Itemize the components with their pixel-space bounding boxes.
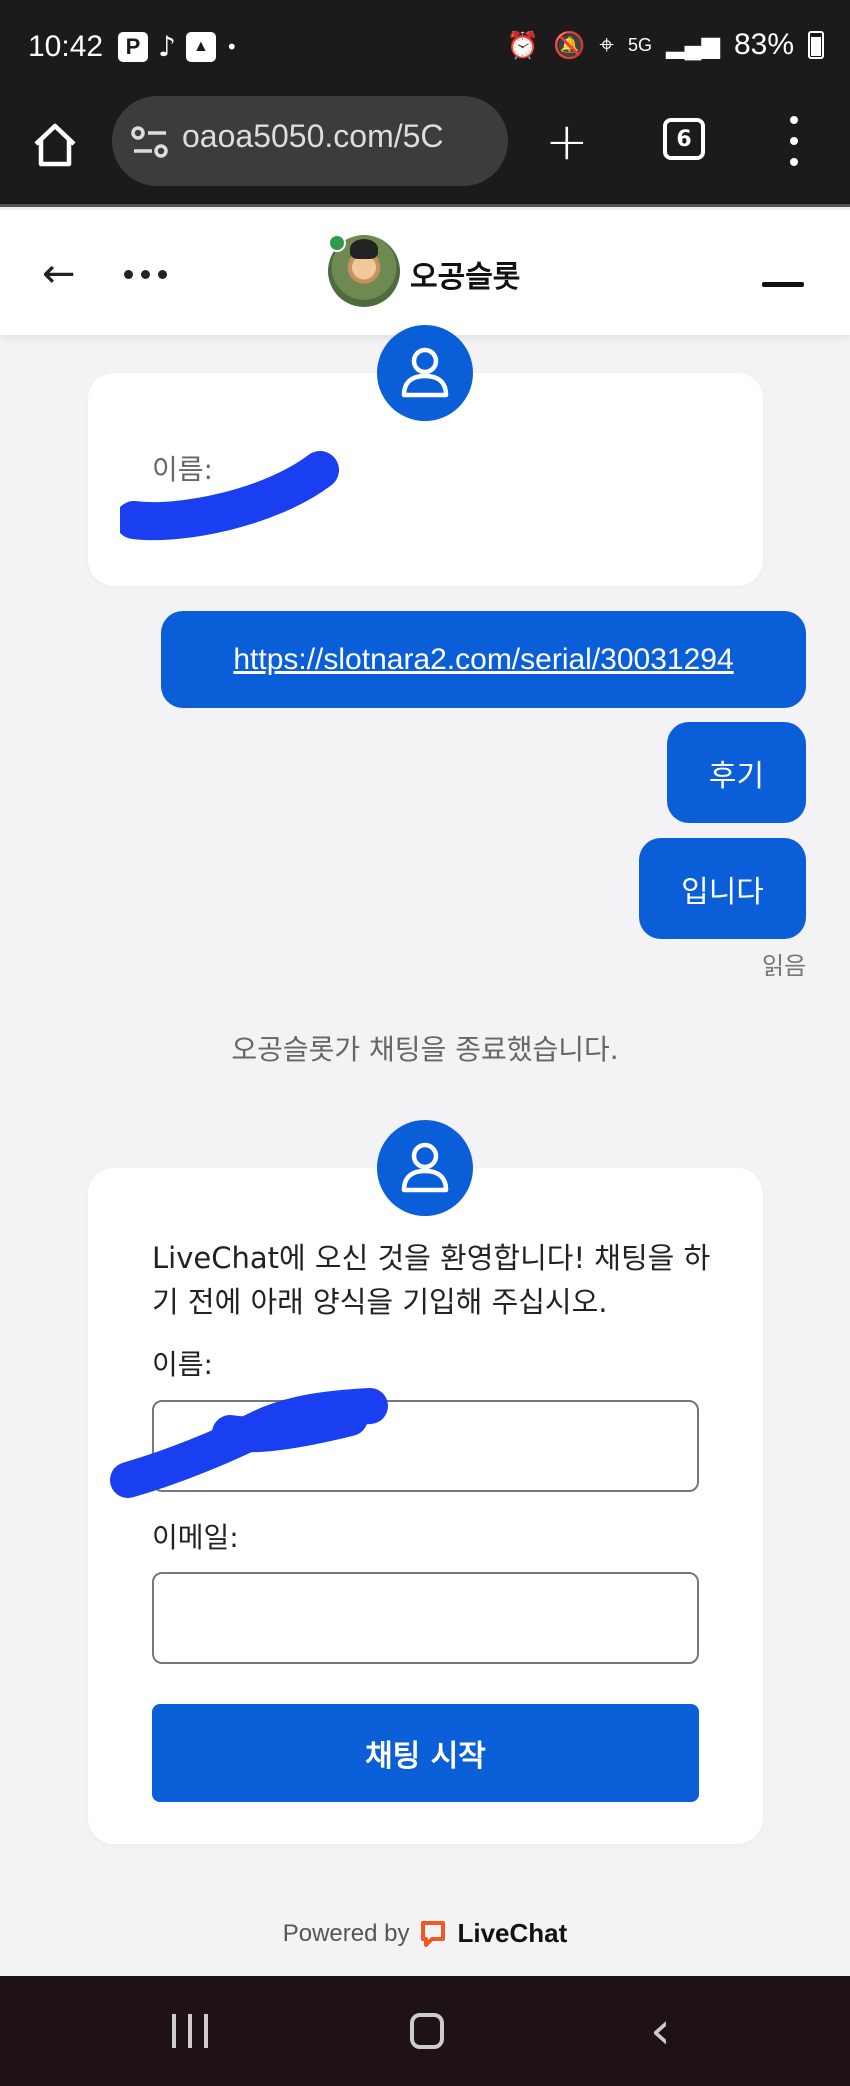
- minimize-icon[interactable]: [762, 282, 804, 287]
- livechat-brand: LiveChat: [457, 1918, 568, 1948]
- notification-icons: P ♪ ▲ •: [118, 32, 238, 62]
- battery-percent: 83%: [733, 28, 794, 61]
- chat-ended-notice: 오공슬롯가 채팅을 종료했습니다.: [231, 1033, 619, 1066]
- tab-switcher-button[interactable]: 6: [663, 118, 705, 160]
- new-tab-button[interactable]: +: [545, 112, 589, 172]
- livechat-logo-icon: [421, 1920, 446, 1947]
- message-link[interactable]: https://slotnara2.com/serial/30031294: [233, 643, 733, 677]
- alarm-icon: ⏰: [506, 29, 539, 60]
- status-time: 10:42: [28, 30, 104, 63]
- user-icon: [377, 325, 473, 421]
- welcome-text: LiveChat에 오신 것을 환영합니다! 채팅을 하기 전에 아래 양식을 …: [152, 1241, 711, 1319]
- recent-apps-button[interactable]: [172, 2014, 208, 2048]
- powered-by-footer[interactable]: Powered by LiveChat: [0, 1918, 850, 1949]
- gallery-icon: ▲: [185, 32, 216, 62]
- user-icon: [377, 1120, 473, 1216]
- redaction-scribble: [120, 451, 339, 541]
- powered-by-text: Powered by: [282, 1919, 410, 1947]
- message-bubble: 입니다: [639, 838, 806, 939]
- back-arrow-icon[interactable]: ←: [42, 254, 76, 294]
- redaction-scribble: [110, 1388, 388, 1498]
- more-notifications-dot: •: [225, 35, 238, 59]
- back-button[interactable]: ‹: [650, 2005, 671, 2057]
- url-text: oaoa5050.com/5C: [182, 118, 444, 154]
- read-receipt: 읽음: [762, 952, 807, 980]
- tiktok-icon: ♪: [158, 30, 176, 63]
- home-button[interactable]: [410, 2013, 444, 2049]
- site-settings-icon[interactable]: [130, 124, 170, 160]
- status-bar: 10:42 P ♪ ▲ • ⏰ 🔕 ⌖ 5G ▂▄▆ 83%: [0, 0, 850, 100]
- battery-icon: [808, 31, 824, 59]
- name-label: 이름:: [152, 1348, 213, 1381]
- email-label: 이메일:: [152, 1521, 239, 1554]
- browser-menu-button[interactable]: [784, 116, 804, 166]
- address-bar[interactable]: oaoa5050.com/5C: [112, 96, 508, 186]
- location-icon: ⌖: [599, 29, 615, 59]
- network-type: 5G: [628, 34, 653, 55]
- chat-header: ← 오공슬롯: [0, 210, 850, 335]
- agent-name: 오공슬롯: [410, 260, 521, 295]
- system-icons: ⏰ 🔕 ⌖ 5G ▂▄▆ 83%: [507, 28, 824, 62]
- email-field[interactable]: [152, 1572, 699, 1664]
- more-options-button[interactable]: [124, 270, 167, 279]
- message-bubble: 후기: [667, 722, 806, 823]
- online-status-dot: [328, 234, 346, 252]
- parking-app-icon: P: [118, 32, 148, 62]
- home-icon[interactable]: [30, 120, 80, 170]
- signal-icon: ▂▄▆: [666, 31, 720, 59]
- system-nav-bar: ‹: [0, 1976, 850, 2086]
- mute-icon: 🔕: [553, 29, 586, 60]
- start-chat-button[interactable]: 채팅 시작: [152, 1704, 699, 1802]
- message-bubble-link[interactable]: https://slotnara2.com/serial/30031294: [161, 611, 806, 708]
- browser-toolbar: oaoa5050.com/5C + 6: [0, 96, 850, 207]
